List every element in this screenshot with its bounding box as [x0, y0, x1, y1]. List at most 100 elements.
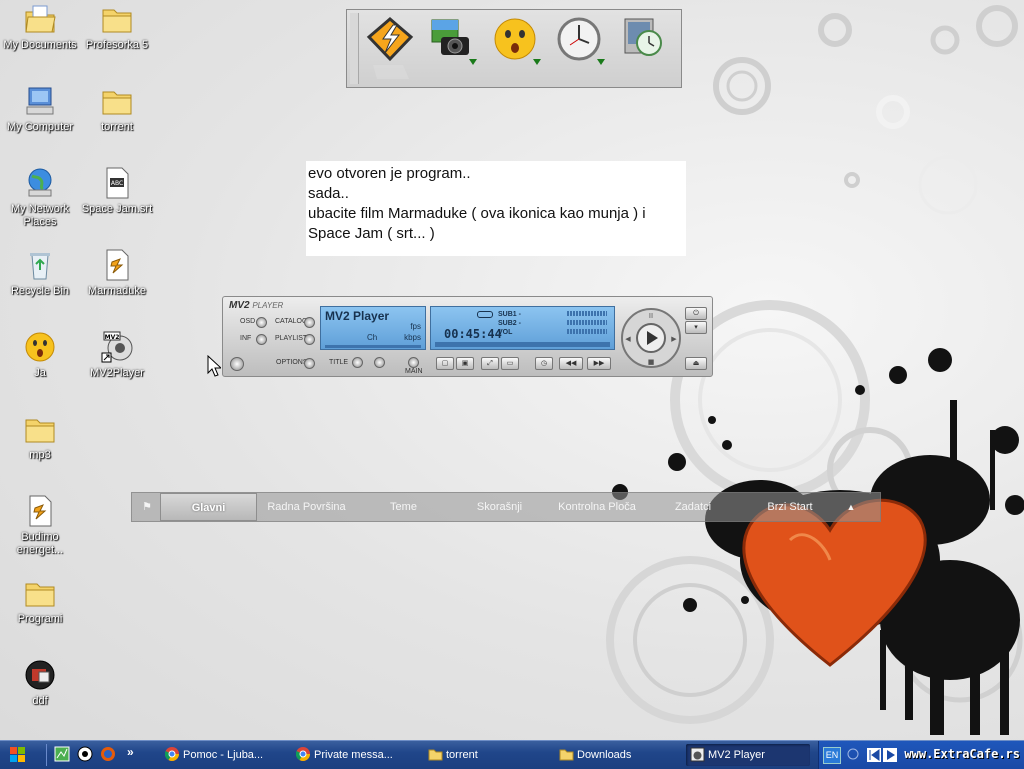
mv2-player-window[interactable]: MV2 PLAYER OSD INF CATALOG PLAYLIST OPTI…	[222, 296, 713, 377]
desktop-icon-label: Programi	[17, 613, 63, 625]
screen-mode-button[interactable]: ▢	[436, 357, 454, 370]
sub1-meter[interactable]	[567, 311, 607, 316]
taskbar-button-pomoc[interactable]: Pomoc - Ljuba...	[161, 744, 285, 766]
tab-teme[interactable]: Teme	[356, 493, 451, 521]
time-readout: 00:45:44	[444, 327, 502, 341]
system-tray: EN www.ExtraCafe.rs	[818, 741, 1024, 769]
options-button[interactable]	[304, 358, 315, 369]
title-prev-button[interactable]	[352, 357, 363, 368]
desktop-icon-label: Profesorka 5	[85, 39, 149, 51]
media-center-icon[interactable]	[54, 746, 70, 762]
media-prev-icon[interactable]	[867, 748, 881, 762]
dock-item-smiley[interactable]	[491, 15, 545, 81]
record-button[interactable]	[230, 357, 244, 371]
desktop-icon-recycle-bin[interactable]: Recycle Bin	[0, 248, 80, 298]
desktop-icon-network-places[interactable]: My Network Places	[0, 166, 80, 229]
network-places-icon	[28, 168, 52, 197]
rewind-button[interactable]: ◀◀	[559, 357, 583, 370]
tab-radna-povrsina[interactable]: Radna Površina	[259, 493, 354, 521]
smiley-icon	[25, 332, 55, 362]
minimize-button[interactable]: ▾	[685, 321, 707, 334]
taskbar: » Pomoc - Ljuba... Private messa... torr…	[0, 740, 1024, 769]
desktop-icon-profesorka[interactable]: Profesorka 5	[77, 2, 157, 52]
desktop-icon-space-jam-srt[interactable]: ABC Space Jam.srt	[77, 166, 157, 216]
inf-button[interactable]	[256, 334, 267, 345]
dock-item-clock[interactable]	[555, 15, 609, 81]
note-line: Space Jam ( srt... )	[308, 225, 435, 242]
sub2-label: SUB2 -	[498, 320, 521, 327]
desktop-icon-label: mp3	[29, 449, 51, 461]
dock-item-monitor-clock[interactable]	[619, 15, 673, 81]
chrome-icon	[165, 747, 179, 761]
tab-skorasnji[interactable]: Skorašnji	[452, 493, 547, 521]
desktop-icon-marmaduke[interactable]: Marmaduke	[77, 248, 157, 298]
taskbar-button-torrent[interactable]: torrent	[424, 744, 548, 766]
desktop-icon-label: MV2Player	[90, 367, 144, 379]
windows-start-icon[interactable]	[10, 747, 26, 763]
dock-item-winamp[interactable]	[363, 15, 417, 81]
tab-brzi-start[interactable]: Brzi Start	[740, 493, 840, 521]
taskbar-button-mv2-player[interactable]: MV2 Player	[686, 744, 810, 766]
desktop-icon-mv2player[interactable]: MV2 MV2Player	[77, 330, 157, 380]
playlist-button[interactable]	[304, 334, 315, 345]
video-file-icon	[29, 495, 52, 527]
player-time-display: 00:45:44 SUB1 - SUB2 - VOL	[430, 306, 615, 350]
svg-text:■: ■	[648, 358, 655, 366]
soccer-ball-icon[interactable]	[77, 746, 93, 762]
tab-kontrolna-ploca[interactable]: Kontrolna Ploča	[547, 493, 647, 521]
fullscreen-button[interactable]: ⤢	[481, 357, 499, 370]
media-play-icon[interactable]	[883, 748, 897, 762]
main-button[interactable]	[408, 357, 419, 368]
desktop-icon-ddf[interactable]: ddf	[0, 658, 80, 708]
seek-bar[interactable]	[435, 342, 610, 347]
player-brand: MV2 PLAYER	[229, 300, 283, 311]
title-next-button[interactable]	[374, 357, 385, 368]
display-progress-bar[interactable]	[325, 345, 421, 348]
help-circle-icon[interactable]	[847, 748, 859, 760]
taskbar-button-downloads[interactable]: Downloads	[555, 744, 671, 766]
playback-wheel[interactable]: II ■ ◀ ▶	[620, 307, 682, 369]
tab-glavni[interactable]: Glavni	[160, 493, 257, 521]
tabbar-up-arrow-icon[interactable]: ▲	[844, 493, 858, 521]
taskbar-button-label: MV2 Player	[708, 749, 765, 761]
firefox-icon[interactable]	[100, 746, 116, 762]
volume-meter[interactable]	[567, 329, 607, 334]
svg-text:ABC: ABC	[111, 180, 123, 187]
desktop-icon-torrent[interactable]: torrent	[77, 84, 157, 134]
folder-icon	[559, 749, 574, 761]
folder-icon	[102, 91, 132, 115]
aspect-button[interactable]: ▭	[501, 357, 519, 370]
desktop-icon-label: Space Jam.srt	[81, 203, 153, 215]
language-indicator[interactable]: EN	[823, 747, 841, 764]
dock-item-camera[interactable]	[427, 15, 481, 81]
catalog-label: CATALOG	[275, 318, 308, 325]
desktop-icon-programi[interactable]: Programi	[0, 576, 80, 626]
tab-zadatci[interactable]: Zadatci	[647, 493, 739, 521]
sub2-meter[interactable]	[567, 320, 607, 325]
fast-forward-button[interactable]: ▶▶	[587, 357, 611, 370]
desktop-icon-label: My Network Places	[10, 203, 70, 228]
flag-icon[interactable]: ⚑	[134, 493, 160, 521]
desktop-icon-budimo[interactable]: Budimo energet...	[0, 494, 80, 557]
taskbar-button-private-messages[interactable]: Private messa...	[292, 744, 416, 766]
eject-button[interactable]: ⏏	[685, 357, 707, 370]
svg-text:▶: ▶	[671, 335, 677, 343]
window-mode-button[interactable]: ▣	[456, 357, 474, 370]
player-brand-name: MV2	[229, 300, 250, 311]
osd-button[interactable]	[256, 317, 267, 328]
catalog-button[interactable]	[304, 317, 315, 328]
desktop-icon-label: Marmaduke	[87, 285, 147, 297]
dropdown-arrow-icon[interactable]	[597, 59, 605, 65]
dropdown-arrow-icon[interactable]	[533, 59, 541, 65]
dock-grip[interactable]	[350, 13, 359, 84]
quicklaunch-chevron[interactable]: »	[127, 745, 134, 759]
desktop-icon-my-documents[interactable]: My Documents	[0, 2, 80, 52]
timer-button[interactable]: ◷	[535, 357, 553, 370]
desktop-icon-mp3[interactable]: mp3	[0, 412, 80, 462]
desktop-icon-ja[interactable]: Ja	[0, 330, 80, 380]
folder-icon	[428, 749, 443, 761]
desktop-icon-my-computer[interactable]: My Computer	[0, 84, 80, 134]
power-button[interactable]: ⏻	[685, 307, 707, 320]
dropdown-arrow-icon[interactable]	[469, 59, 477, 65]
chrome-icon	[296, 747, 310, 761]
